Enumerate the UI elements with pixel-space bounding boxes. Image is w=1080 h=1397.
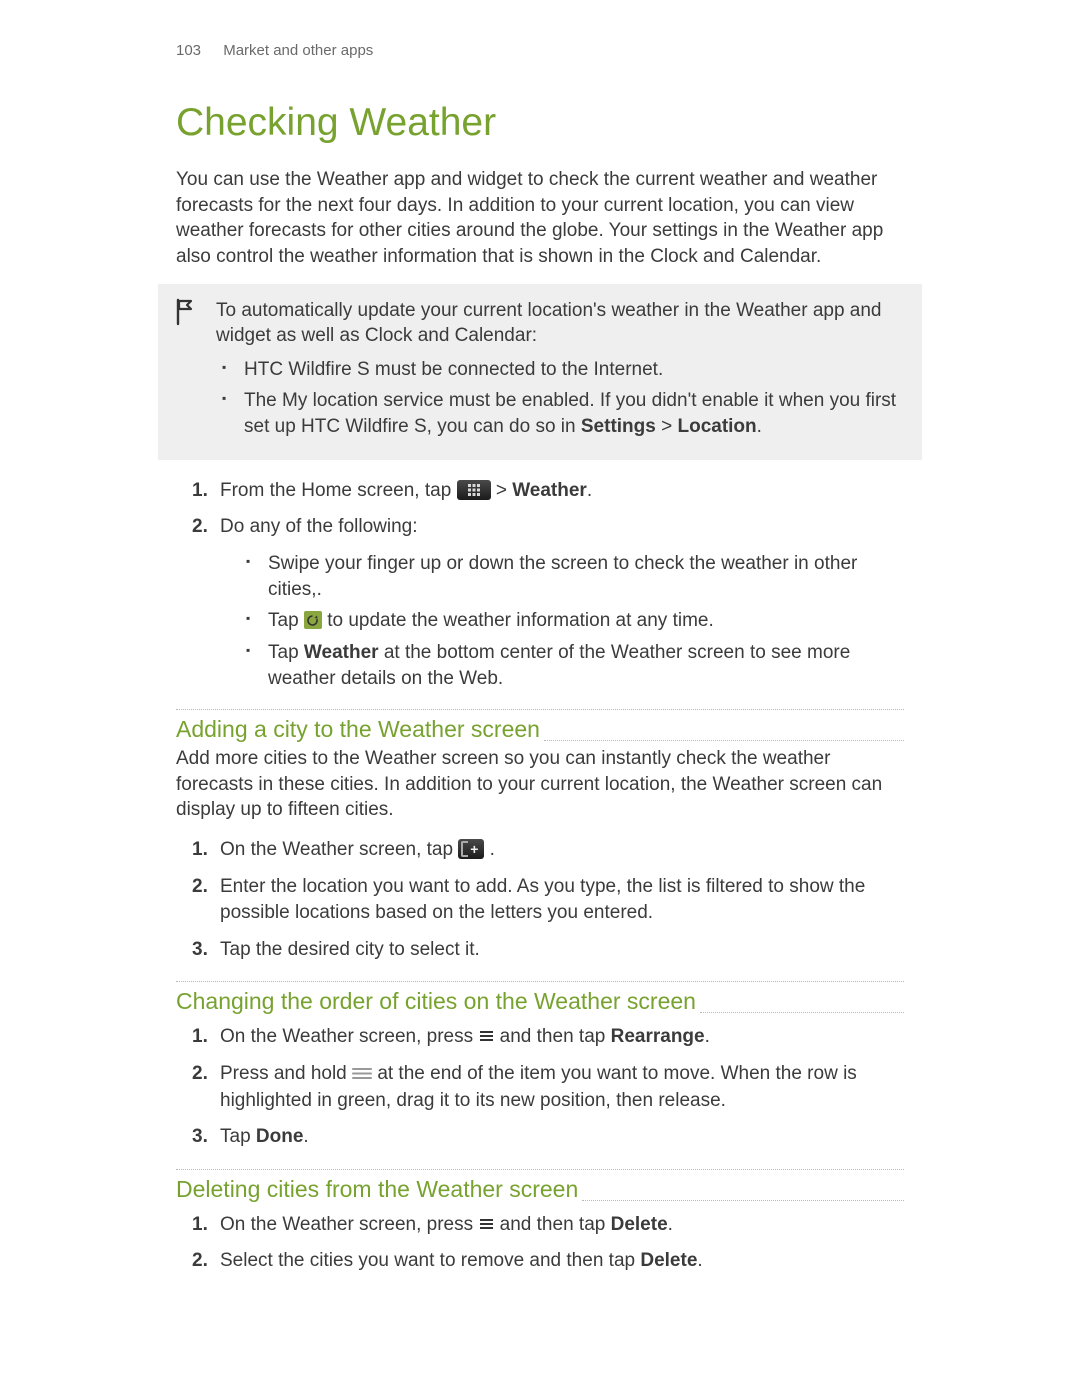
note-bullet-1: HTC Wildfire S must be connected to the … — [244, 357, 906, 383]
sub-a: Swipe your finger up or down the screen … — [268, 551, 904, 602]
section-deleting: Deleting cities from the Weather screen … — [176, 1169, 904, 1275]
changing-step-3: 3. Tap Done. — [220, 1124, 904, 1151]
page-title: Checking Weather — [176, 101, 904, 145]
page-header: 103 Market and other apps — [176, 42, 904, 59]
section-name: Market and other apps — [223, 42, 373, 59]
apps-grid-icon — [457, 480, 491, 500]
add-city-icon: + — [458, 839, 484, 859]
deleting-step-1: 1. On the Weather screen, press and then… — [220, 1212, 904, 1239]
main-steps: 1. From the Home screen, tap > Weather. … — [176, 478, 904, 691]
drag-handle-icon — [352, 1066, 372, 1080]
page-number: 103 — [176, 42, 201, 59]
menu-icon — [478, 1216, 494, 1232]
adding-step-2: 2. Enter the location you want to add. A… — [220, 874, 904, 927]
flag-icon — [174, 298, 202, 446]
main-step-2: 2. Do any of the following: Swipe your f… — [220, 514, 904, 691]
menu-icon — [478, 1028, 494, 1044]
adding-steps: 1. On the Weather screen, tap + . 2. Ent… — [176, 837, 904, 963]
dotted-rule — [700, 1012, 904, 1013]
dotted-rule — [544, 740, 904, 741]
changing-step-2: 2. Press and hold at the end of the item… — [220, 1061, 904, 1114]
dotted-rule — [582, 1200, 904, 1201]
adding-title: Adding a city to the Weather screen — [176, 716, 540, 746]
note-bullets: HTC Wildfire S must be connected to the … — [216, 357, 906, 440]
note-bullet-2: The My location service must be enabled.… — [244, 388, 906, 439]
section-changing: Changing the order of cities on the Weat… — [176, 981, 904, 1150]
deleting-step-2: 2. Select the cities you want to remove … — [220, 1248, 904, 1275]
changing-title: Changing the order of cities on the Weat… — [176, 988, 696, 1018]
refresh-icon — [304, 611, 322, 629]
deleting-title: Deleting cities from the Weather screen — [176, 1176, 578, 1206]
intro-text: You can use the Weather app and widget t… — [176, 167, 904, 270]
main-step-2-sub: Swipe your finger up or down the screen … — [220, 551, 904, 691]
section-adding: Adding a city to the Weather screen Add … — [176, 709, 904, 963]
adding-step-1: 1. On the Weather screen, tap + . — [220, 837, 904, 864]
note-lead: To automatically update your current loc… — [216, 300, 882, 347]
sub-c: Tap Weather at the bottom center of the … — [268, 640, 904, 691]
deleting-steps: 1. On the Weather screen, press and then… — [176, 1212, 904, 1275]
adding-intro: Add more cities to the Weather screen so… — [176, 746, 904, 823]
adding-step-3: 3. Tap the desired city to select it. — [220, 937, 904, 964]
note-content: To automatically update your current loc… — [216, 298, 906, 446]
changing-step-1: 1. On the Weather screen, press and then… — [220, 1024, 904, 1051]
changing-steps: 1. On the Weather screen, press and then… — [176, 1024, 904, 1150]
manual-page: 103 Market and other apps Checking Weath… — [0, 0, 1080, 1345]
note-box: To automatically update your current loc… — [158, 284, 922, 460]
main-step-1: 1. From the Home screen, tap > Weather. — [220, 478, 904, 505]
sub-b: Tap to update the weather information at… — [268, 608, 904, 634]
